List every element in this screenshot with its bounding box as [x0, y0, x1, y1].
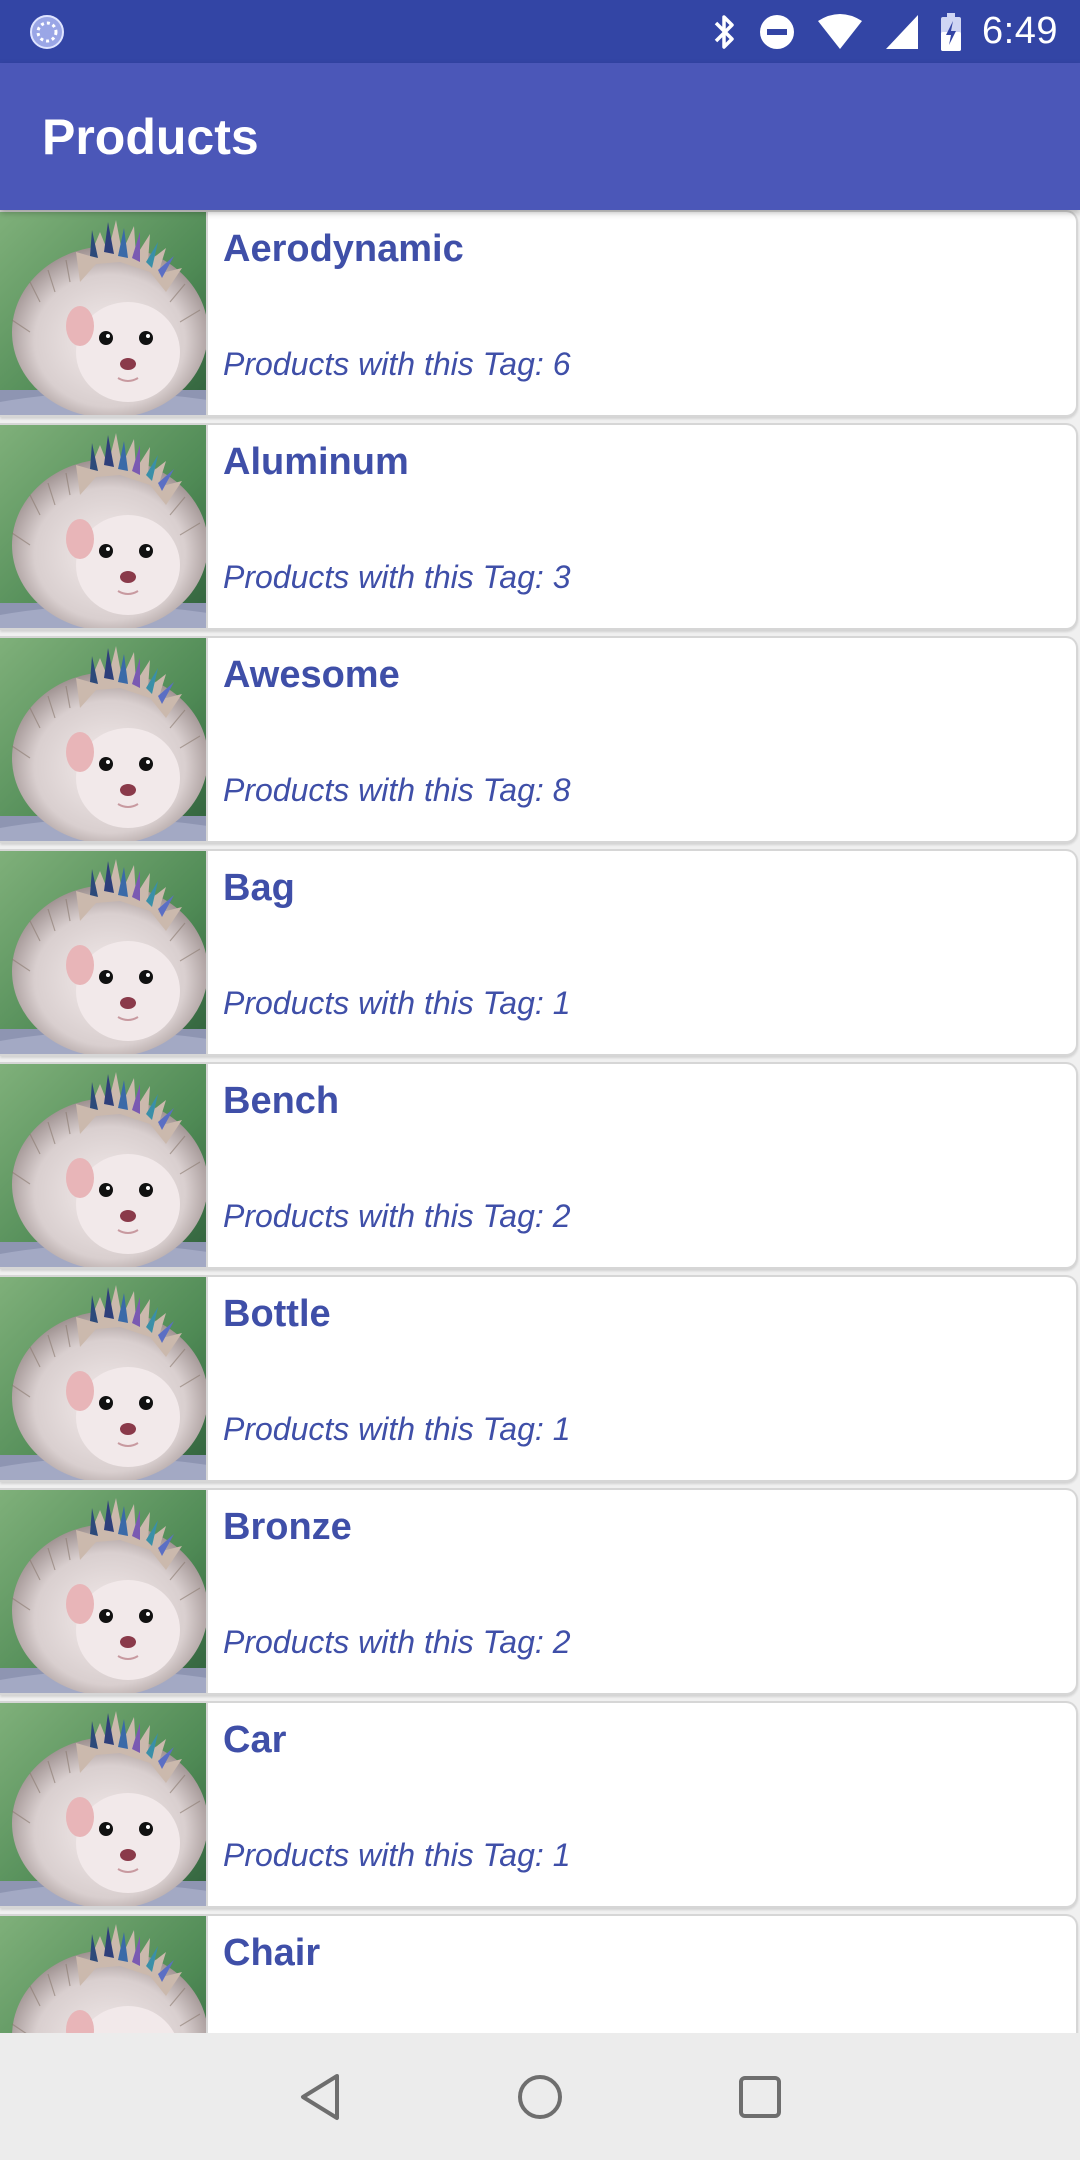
tag-count-label: Products with this Tag:: [223, 1837, 544, 1873]
item-title: Chair: [223, 1932, 321, 1974]
item-tag-count: Products with this Tag: 1: [223, 1837, 571, 1874]
tag-count-value: 6: [552, 346, 571, 382]
item-title: Car: [223, 1719, 287, 1761]
cell-signal-icon: [884, 13, 920, 51]
item-title: Aluminum: [223, 441, 409, 483]
hedgehog-image: [0, 1916, 208, 2033]
hedgehog-image: [0, 1277, 208, 1480]
item-title: Bottle: [223, 1293, 331, 1335]
tag-count-value: 1: [552, 1837, 571, 1873]
tag-count-label: Products with this Tag:: [223, 1411, 544, 1447]
tag-count-label: Products with this Tag:: [223, 559, 544, 595]
list-item[interactable]: Aluminum Products with this Tag: 3: [0, 423, 1078, 630]
item-tag-count: Products with this Tag: 2: [223, 1198, 571, 1235]
tag-count-label: Products with this Tag:: [223, 1198, 544, 1234]
list-item[interactable]: Bag Products with this Tag: 1: [0, 849, 1078, 1056]
navigation-bar: [0, 2033, 1080, 2160]
hedgehog-image: [0, 425, 208, 628]
list-item[interactable]: Bronze Products with this Tag: 2: [0, 1488, 1078, 1695]
tag-count-label: Products with this Tag:: [223, 985, 544, 1021]
hedgehog-image: [0, 638, 208, 841]
bluetooth-icon: [710, 13, 738, 51]
item-title: Bronze: [223, 1506, 352, 1548]
list-item[interactable]: Bench Products with this Tag: 2: [0, 1062, 1078, 1269]
hedgehog-image: [0, 1703, 208, 1906]
wifi-icon: [816, 13, 864, 51]
back-icon[interactable]: [285, 2062, 355, 2132]
item-tag-count: Products with this Tag: 3: [223, 559, 571, 596]
hedgehog-image: [0, 1064, 208, 1267]
item-title: Bench: [223, 1080, 340, 1122]
tag-count-value: 8: [552, 772, 571, 808]
item-tag-count: Products with this Tag: 6: [223, 346, 571, 383]
tag-count-label: Products with this Tag:: [223, 346, 544, 382]
item-tag-count: Products with this Tag: 2: [223, 1624, 571, 1661]
list-item[interactable]: Chair: [0, 1914, 1078, 2033]
hedgehog-image: [0, 212, 208, 415]
page-title: Products: [42, 108, 259, 165]
list-item[interactable]: Bottle Products with this Tag: 1: [0, 1275, 1078, 1482]
tag-count-label: Products with this Tag:: [223, 1624, 544, 1660]
hedgehog-image: [0, 851, 208, 1054]
item-tag-count: Products with this Tag: 1: [223, 1411, 571, 1448]
app-bar: Products: [0, 63, 1080, 210]
hedgehog-image: [0, 1490, 208, 1693]
item-tag-count: Products with this Tag: 1: [223, 985, 571, 1022]
item-title: Bag: [223, 867, 295, 909]
recents-icon[interactable]: [725, 2062, 795, 2132]
list-item[interactable]: Aerodynamic Products with this Tag: 6: [0, 210, 1078, 417]
tag-count-value: 1: [552, 1411, 571, 1447]
sync-icon: [28, 13, 66, 51]
status-bar: 6:49: [0, 0, 1080, 63]
tag-count-value: 3: [552, 559, 571, 595]
item-tag-count: Products with this Tag: 8: [223, 772, 571, 809]
list-item[interactable]: Awesome Products with this Tag: 8: [0, 636, 1078, 843]
item-title: Aerodynamic: [223, 228, 464, 270]
list-item[interactable]: Car Products with this Tag: 1: [0, 1701, 1078, 1908]
do-not-disturb-icon: [758, 13, 796, 51]
home-icon[interactable]: [505, 2062, 575, 2132]
battery-charging-icon: [940, 12, 962, 52]
clock: 6:49: [982, 10, 1058, 52]
tag-count-value: 2: [552, 1198, 571, 1234]
tag-count-value: 2: [552, 1624, 571, 1660]
product-list[interactable]: Aerodynamic Products with this Tag: 6 Alumi…: [0, 210, 1080, 2033]
tag-count-label: Products with this Tag:: [223, 772, 544, 808]
tag-count-value: 1: [552, 985, 571, 1021]
item-title: Awesome: [223, 654, 400, 696]
